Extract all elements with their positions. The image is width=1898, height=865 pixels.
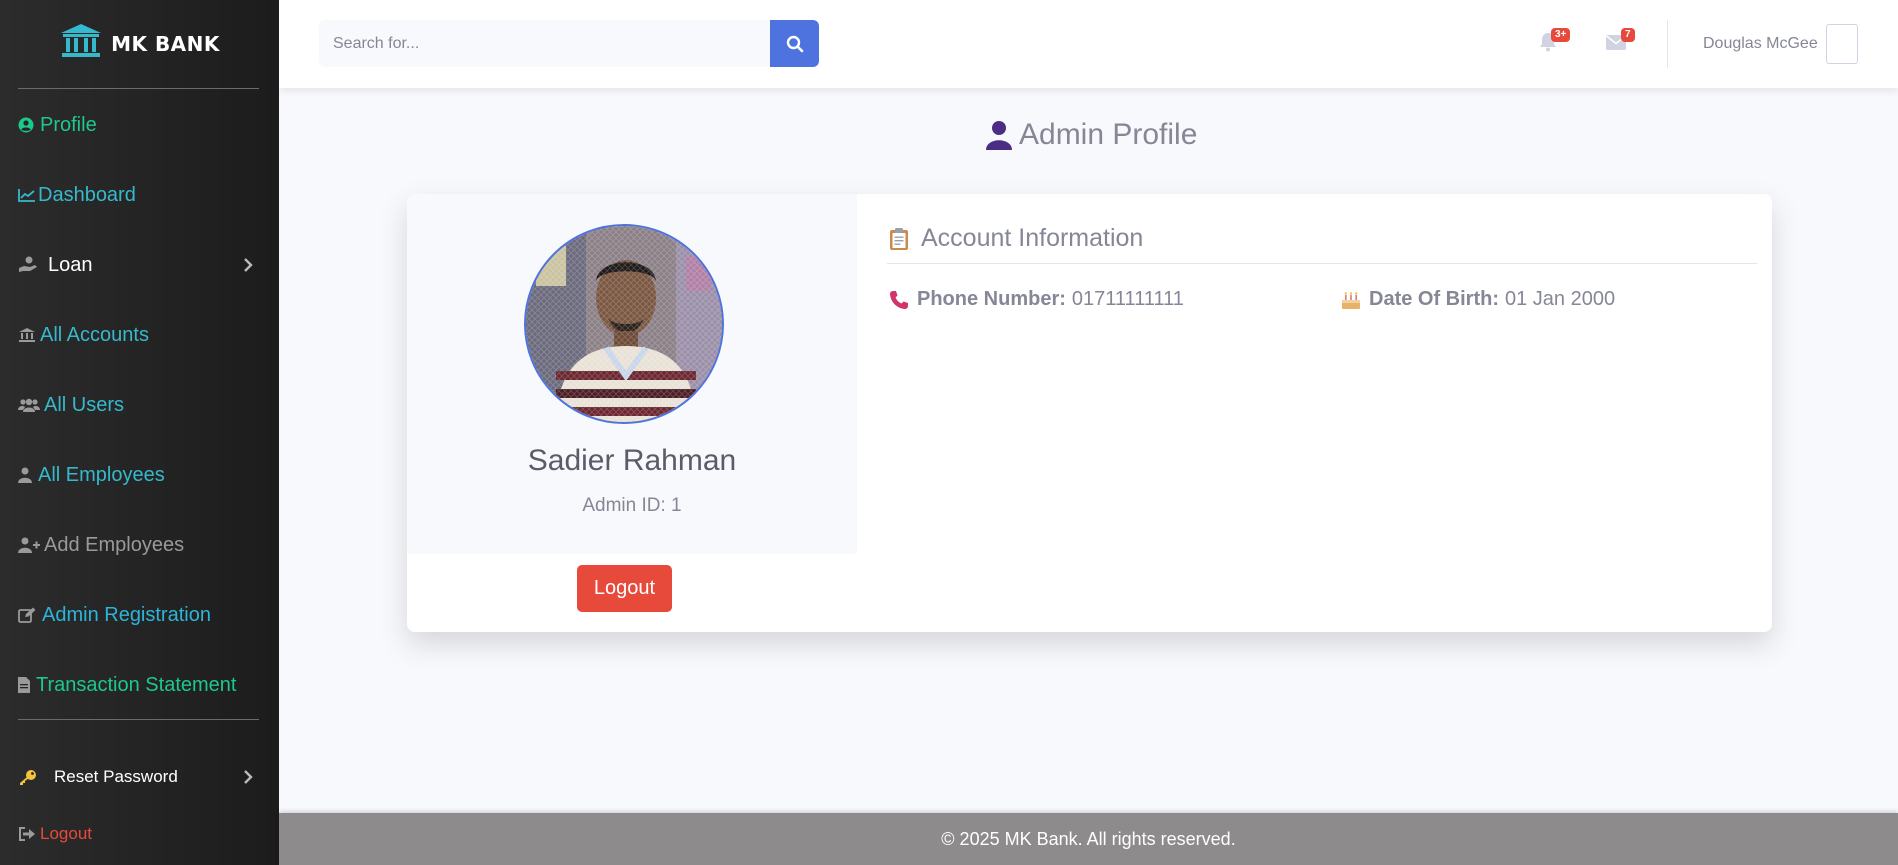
phone-label: Phone Number: xyxy=(917,288,1066,310)
profile-name: Sadier Rahman xyxy=(527,444,737,477)
profile-photo xyxy=(524,224,724,424)
sidebar-item-label: Dashboard xyxy=(38,183,136,206)
sidebar-item-admin-registration[interactable]: Admin Registration xyxy=(18,595,261,635)
chevron-right-icon xyxy=(243,258,253,272)
topbar-divider xyxy=(1667,20,1668,68)
phone-value: 01711111111 xyxy=(1071,288,1184,310)
sidebar-item-label: All Employees xyxy=(38,463,165,486)
logout-button[interactable]: Logout xyxy=(577,565,672,612)
footer-text: © 2025 MK Bank. All rights reserved. xyxy=(941,828,1236,849)
alerts-button[interactable]: 3+ xyxy=(1539,28,1571,54)
search-button[interactable] xyxy=(770,20,819,67)
avatar[interactable] xyxy=(1826,24,1858,64)
sidebar-divider xyxy=(18,88,259,89)
sidebar-item-label: Add Employees xyxy=(44,533,185,556)
profile-summary: Sadier Rahman Admin ID: 1 xyxy=(407,194,857,554)
dob-label: Date Of Birth: xyxy=(1369,288,1499,310)
sidebar-item-label: All Accounts xyxy=(40,323,149,346)
account-info-divider xyxy=(887,263,1757,264)
user-circle-icon xyxy=(18,117,40,133)
sidebar-item-label: Profile xyxy=(40,113,97,136)
bank-icon xyxy=(61,24,102,57)
profile-card: Sadier Rahman Admin ID: 1 Logout Account… xyxy=(407,194,1772,632)
chevron-right-icon xyxy=(243,770,253,784)
page-title: Admin Profile xyxy=(985,118,1197,152)
sidebar-item-reset-password[interactable]: Reset Password xyxy=(18,757,261,797)
clipboard-icon xyxy=(890,227,908,250)
brand[interactable]: MK BANK xyxy=(0,0,279,88)
brand-name: MK BANK xyxy=(111,32,220,56)
sidebar-item-loan[interactable]: Loan xyxy=(18,245,261,285)
file-icon xyxy=(18,677,36,693)
sidebar-item-label: Transaction Statement xyxy=(36,673,237,696)
phone-icon xyxy=(890,290,908,309)
messages-button[interactable]: 7 xyxy=(1605,28,1635,54)
bank-icon xyxy=(18,327,40,343)
user-plus-icon xyxy=(18,537,44,553)
sidebar-item-label: Loan xyxy=(48,253,93,276)
sidebar-item-all-employees[interactable]: All Employees xyxy=(18,455,261,495)
sign-out-icon xyxy=(18,827,40,841)
sidebar-item-profile[interactable]: Profile xyxy=(18,105,261,145)
account-info-heading: Account Information xyxy=(889,224,1143,253)
sidebar-item-transaction-statement[interactable]: Transaction Statement xyxy=(18,665,261,705)
sidebar-item-add-employees[interactable]: Add Employees xyxy=(18,525,261,565)
key-icon xyxy=(18,769,54,785)
sidebar-item-dashboard[interactable]: Dashboard xyxy=(18,175,261,215)
sidebar-divider xyxy=(18,719,259,720)
sidebar-item-label: Admin Registration xyxy=(42,603,211,626)
users-icon xyxy=(18,397,44,413)
account-info-title: Account Information xyxy=(921,224,1144,252)
hand-holding-icon xyxy=(18,256,48,274)
phone-number: Phone Number: 01711111111 xyxy=(889,288,1184,311)
sidebar-item-all-users[interactable]: All Users xyxy=(18,385,261,425)
edit-icon xyxy=(18,607,42,623)
search-input[interactable] xyxy=(319,20,771,67)
topbar: 3+ 7 Douglas McGee xyxy=(279,0,1898,88)
page-title-text: Admin Profile xyxy=(1019,118,1198,151)
chart-line-icon xyxy=(18,188,38,202)
sidebar-item-label: Logout xyxy=(40,824,92,843)
date-of-birth: Date Of Birth: 01 Jan 2000 xyxy=(1341,288,1615,311)
user-tie-icon xyxy=(18,467,38,483)
alerts-badge: 3+ xyxy=(1551,28,1571,42)
user-name[interactable]: Douglas McGee xyxy=(1703,35,1818,53)
sidebar-item-label: All Users xyxy=(44,393,125,416)
footer: © 2025 MK Bank. All rights reserved. xyxy=(279,813,1898,865)
sidebar: MK BANK Profile Dashboard Loan All Accou… xyxy=(0,0,279,865)
birthday-cake-icon xyxy=(1342,291,1360,309)
search-icon xyxy=(786,35,803,52)
user-tie-icon xyxy=(986,121,1012,150)
messages-badge: 7 xyxy=(1621,28,1635,42)
sidebar-item-label: Reset Password xyxy=(54,767,178,786)
admin-id: Admin ID: 1 xyxy=(582,495,682,516)
sidebar-item-all-accounts[interactable]: All Accounts xyxy=(18,315,261,355)
sidebar-item-logout[interactable]: Logout xyxy=(18,814,261,854)
search-bar xyxy=(319,20,819,67)
dob-value: 01 Jan 2000 xyxy=(1505,288,1616,310)
